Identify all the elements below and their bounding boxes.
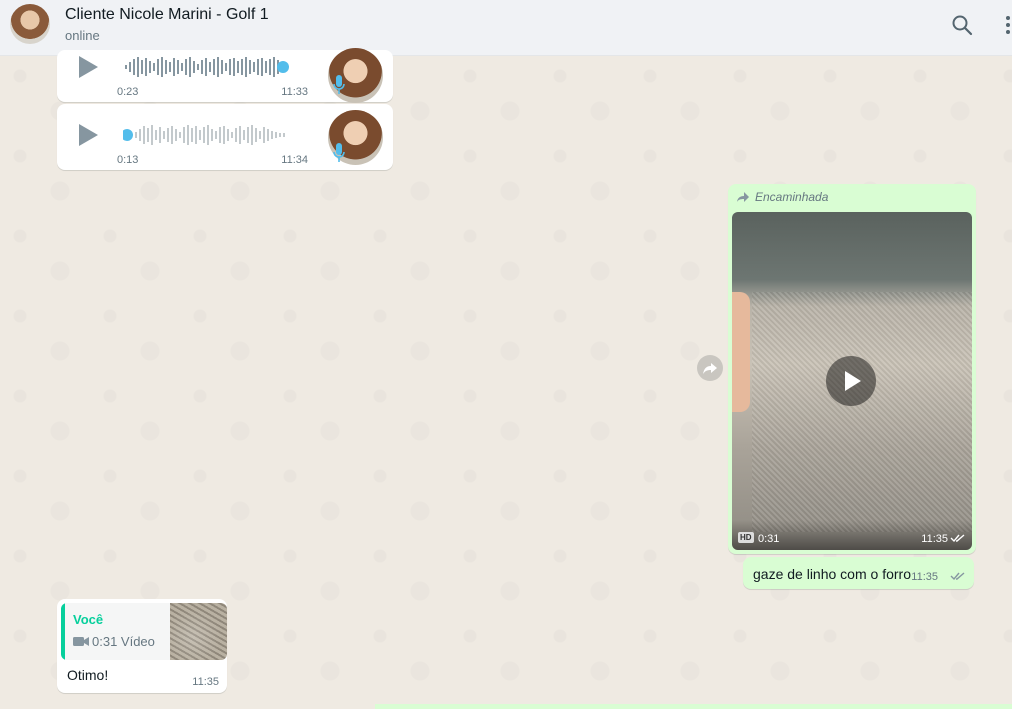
video-frame <box>752 292 972 532</box>
audio-waveform[interactable] <box>123 122 303 148</box>
contact-avatar[interactable] <box>10 4 50 44</box>
quoted-description: 0:31 Vídeo <box>92 634 155 649</box>
message-time: 11:33 <box>281 86 308 98</box>
audio-message[interactable]: 0:13 11:34 <box>57 104 393 170</box>
forward-button[interactable] <box>697 355 723 381</box>
outgoing-bubble-edge <box>375 704 1012 709</box>
message-time: 11:35 <box>911 571 938 583</box>
text-message[interactable]: gaze de linho com o forro 11:35 <box>743 557 974 589</box>
video-duration: 0:31 <box>758 533 780 545</box>
forwarded-video-message[interactable]: Encaminhada HD 0:31 11:35 <box>728 184 976 554</box>
double-check-icon <box>950 572 965 581</box>
contact-status: online <box>65 28 100 43</box>
video-camera-icon <box>73 637 89 646</box>
forwarded-label: Encaminhada <box>755 190 829 204</box>
message-time: 11:35 <box>192 676 219 688</box>
audio-waveform[interactable] <box>123 54 303 80</box>
message-text: Otimo! <box>67 667 109 683</box>
message-time: 11:35 <box>921 533 948 545</box>
play-icon[interactable] <box>79 124 98 146</box>
contact-name[interactable]: Cliente Nicole Marini - Golf 1 <box>65 6 269 24</box>
chat-area[interactable]: 0:23 11:33 0:13 11:34 Encaminhada HD 0:3… <box>0 48 1012 709</box>
chat-header[interactable]: Cliente Nicole Marini - Golf 1 online <box>0 0 1012 56</box>
audio-duration: 0:13 <box>117 154 139 166</box>
mic-icon <box>333 75 345 94</box>
play-video-button[interactable] <box>826 356 876 406</box>
hd-badge: HD <box>738 532 754 543</box>
audio-duration: 0:23 <box>117 86 139 98</box>
reply-message[interactable]: Você 0:31 Vídeo Otimo! 11:35 <box>57 599 227 693</box>
forward-icon <box>703 363 717 374</box>
quoted-thumbnail <box>170 603 227 660</box>
audio-message[interactable]: 0:23 11:33 <box>57 48 393 103</box>
forwarded-icon <box>737 192 749 202</box>
message-text: gaze de linho com o forro <box>753 566 911 582</box>
quoted-author: Você <box>73 612 104 627</box>
play-icon[interactable] <box>79 56 98 78</box>
mic-icon <box>333 143 345 162</box>
video-thumbnail[interactable]: HD 0:31 11:35 <box>732 212 972 550</box>
double-check-icon <box>950 534 965 543</box>
menu-icon[interactable] <box>1004 13 1012 37</box>
message-time: 11:34 <box>281 154 308 166</box>
search-icon[interactable] <box>950 13 974 37</box>
quoted-message[interactable]: Você 0:31 Vídeo <box>61 603 227 660</box>
video-frame-hand <box>732 292 750 412</box>
